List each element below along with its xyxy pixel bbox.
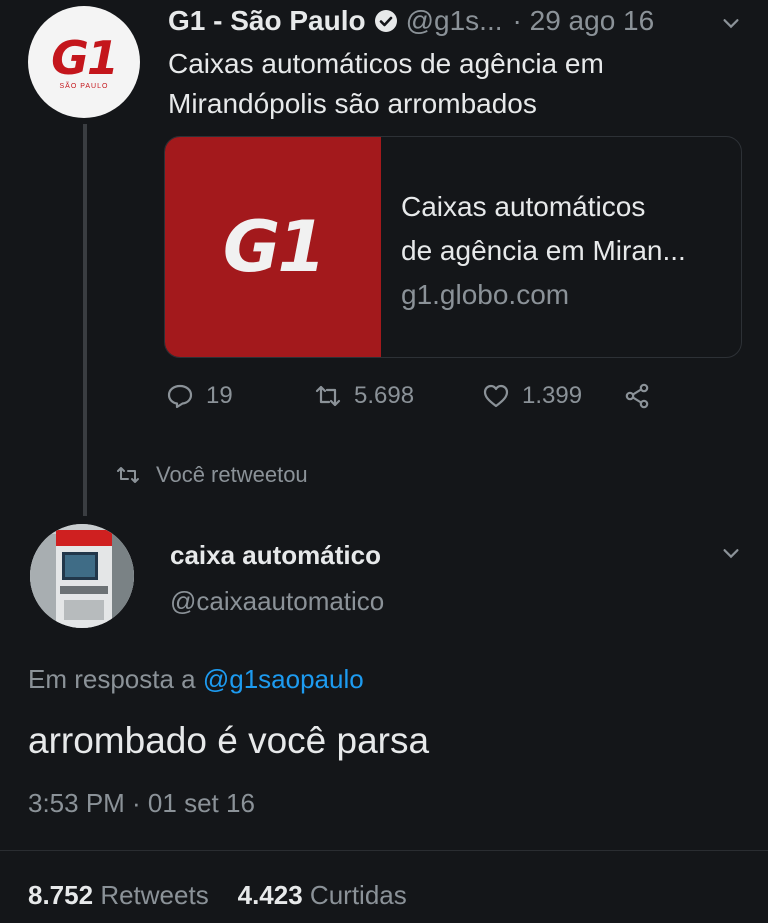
tweet2-stats: 8.752 Retweets 4.423 Curtidas [28,880,407,911]
share-button[interactable] [624,382,664,410]
g1-logo-subtitle: SÃO PAULO [59,82,109,90]
tweet1-text-line2: Mirandópolis são arrombados [168,88,537,119]
tweet1-author-handle[interactable]: @g1s... [406,5,503,37]
tweet1-header: G1 - São Paulo @g1s... · 29 ago 16 [168,2,654,40]
retweet-count: 5.698 [354,382,415,409]
card-title-line2: de agência em Miran... [401,235,686,266]
heart-icon [483,384,509,408]
like-button[interactable]: 1.399 [482,382,624,410]
card-thumbnail: G1 [165,137,381,357]
share-icon [625,383,649,409]
card-info: Caixas automáticos de agência em Miran..… [381,137,686,357]
retweet-small-icon [117,467,139,483]
reply-handle-link[interactable]: @g1saopaulo [203,664,364,694]
g1-avatar[interactable]: G1 SÃO PAULO [28,6,140,118]
link-preview-card[interactable]: G1 Caixas automáticos de agência em Mira… [164,136,742,358]
reply-count: 19 [206,382,233,409]
tweet2-author-name[interactable]: caixa automático [170,540,381,571]
tweet2-timestamp[interactable]: 3:53 PM · 01 set 16 [28,788,255,819]
retweet-icon [315,385,341,407]
divider [0,850,768,851]
verified-badge-icon [374,10,397,32]
tweet1-date[interactable]: · 29 ago 16 [513,5,655,37]
likes-stat[interactable]: 4.423 Curtidas [238,880,407,910]
tweet2-text: arrombado é você parsa [28,720,430,761]
card-domain: g1.globo.com [401,279,570,310]
tweet1-text: Caixas automáticos de agência em Mirandó… [168,44,728,124]
tweet1-action-bar: 19 5.698 1.399 [166,374,664,418]
tweet1-text-line1: Caixas automáticos de agência em [168,48,604,79]
g1-logo: G1 [51,30,119,85]
caixa-avatar[interactable] [30,524,134,628]
reply-icon [167,384,193,409]
reply-context: Em resposta a @g1saopaulo [28,664,364,695]
card-title-line1: Caixas automáticos [401,191,646,222]
retweet-note: Você retweetou [116,462,308,488]
card-thumbnail-logo: G1 [222,206,326,288]
reply-button[interactable]: 19 [166,382,314,410]
thread-line [83,124,87,516]
like-count: 1.399 [522,382,583,409]
retweets-stat[interactable]: 8.752 Retweets [28,880,209,910]
retweet-note-label: Você retweetou [156,462,308,487]
atm-machine-icon [30,524,134,628]
chevron-down-icon[interactable] [720,542,742,564]
chevron-down-icon[interactable] [720,12,742,34]
retweet-button[interactable]: 5.698 [314,382,482,410]
reply-prefix: Em resposta a [28,664,203,694]
likes-count: 4.423 [237,880,303,910]
retweets-count: 8.752 [28,880,94,910]
retweets-label: Retweets [100,880,209,910]
tweet1-author-name[interactable]: G1 - São Paulo [168,5,366,37]
tweet2-author-handle[interactable]: @caixaautomatico [170,586,384,617]
likes-label: Curtidas [309,880,407,910]
